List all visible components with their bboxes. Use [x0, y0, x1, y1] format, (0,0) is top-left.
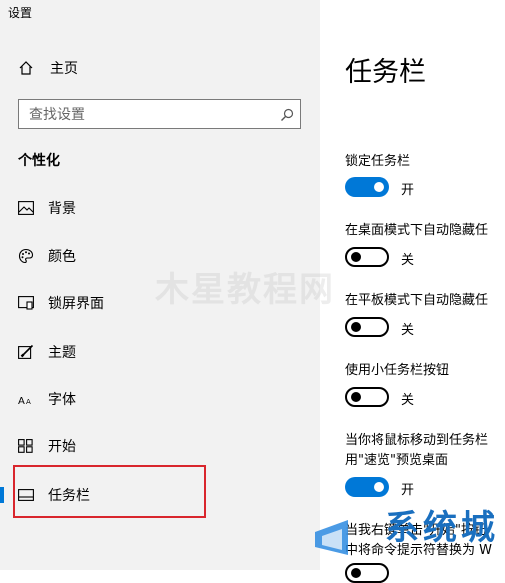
toggle-state-label: 关	[401, 323, 415, 338]
highlight-annotation	[13, 465, 206, 518]
nav-item-label: 背景	[48, 201, 76, 217]
picture-icon	[18, 200, 34, 216]
toggle-knob	[374, 182, 384, 192]
autohide-desktop-toggle[interactable]	[345, 247, 389, 267]
nav-item-label: 锁屏界面	[48, 296, 104, 312]
page-title: 任务栏	[345, 57, 426, 88]
nav-item-themes[interactable]: 主题	[0, 337, 320, 367]
setting-small-buttons-label: 使用小任务栏按钮	[345, 363, 450, 378]
search-input[interactable]	[27, 106, 271, 124]
toggle-knob	[351, 322, 361, 332]
start-icon	[18, 438, 34, 454]
svg-text:A: A	[18, 396, 25, 406]
nav-item-fonts[interactable]: AA 字体	[0, 384, 320, 414]
lock-screen-icon	[18, 295, 34, 311]
selection-indicator	[0, 487, 4, 503]
toggle-state-label: 开	[401, 483, 415, 498]
palette-icon	[18, 248, 34, 264]
svg-text:A: A	[26, 398, 31, 406]
toggle-state-label: 开	[401, 183, 415, 198]
setting-lock-taskbar-label: 锁定任务栏	[345, 154, 411, 169]
toggle-state-label: 关	[401, 253, 415, 268]
toggle-state-label: 关	[401, 393, 415, 408]
home-icon	[18, 60, 34, 76]
toggle-knob	[374, 482, 384, 492]
setting-autohide-desktop-label: 在桌面模式下自动隐藏任	[345, 223, 489, 238]
nav-item-label: 开始	[48, 439, 76, 455]
search-box[interactable]	[18, 99, 301, 129]
watermark: 木星教程网	[155, 270, 335, 310]
small-buttons-toggle[interactable]	[345, 387, 389, 407]
nav-item-start[interactable]: 开始	[0, 431, 320, 461]
setting-autohide-tablet-label: 在平板模式下自动隐藏任	[345, 293, 489, 308]
home-nav-item[interactable]: 主页	[18, 58, 78, 78]
toggle-knob	[351, 252, 361, 262]
section-title: 个性化	[18, 153, 60, 169]
lock-taskbar-toggle[interactable]	[345, 177, 389, 197]
nav-item-background[interactable]: 背景	[0, 193, 320, 223]
setting-peek-label-line2: 用"速览"预览桌面	[345, 453, 448, 468]
home-label: 主页	[50, 61, 78, 77]
logo-text: 系统城	[385, 508, 499, 548]
autohide-tablet-toggle[interactable]	[345, 317, 389, 337]
nav-item-label: 颜色	[48, 249, 76, 265]
nav-item-label: 主题	[48, 345, 76, 361]
setting-peek-label-line1: 当你将鼠标移动到任务栏	[345, 433, 489, 448]
toggle-knob	[351, 392, 361, 402]
nav-item-label: 字体	[48, 392, 76, 408]
search-icon[interactable]	[280, 107, 294, 121]
theme-icon	[18, 344, 34, 360]
peek-toggle[interactable]	[345, 477, 389, 497]
app-title: 设置	[8, 6, 33, 20]
font-icon: AA	[18, 391, 34, 407]
